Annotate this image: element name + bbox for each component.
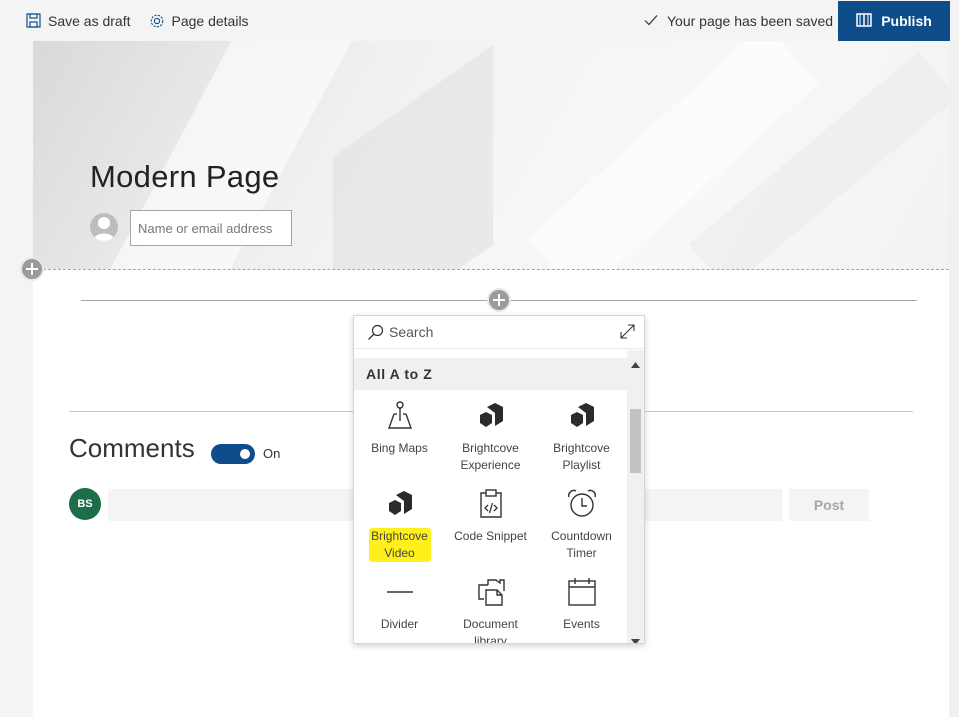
webpart-item-events[interactable]: Events bbox=[536, 566, 627, 644]
save-as-draft-label: Save as draft bbox=[48, 13, 131, 29]
comments-toggle[interactable] bbox=[211, 444, 255, 464]
save-status-text: Your page has been saved bbox=[667, 13, 833, 29]
save-status: Your page has been saved bbox=[644, 0, 833, 41]
toolbox-search-input[interactable] bbox=[389, 322, 609, 342]
page-details-button[interactable]: Page details bbox=[141, 0, 257, 41]
author-avatar bbox=[90, 213, 118, 241]
publish-button[interactable]: Publish bbox=[838, 1, 950, 41]
webpart-item-label: Code Snippet bbox=[449, 528, 533, 545]
book-icon bbox=[856, 13, 872, 30]
toolbox-body: All A to Z Bing Maps Brightcove Experien… bbox=[354, 350, 627, 644]
calendar-icon bbox=[566, 576, 598, 608]
save-icon bbox=[26, 13, 41, 28]
command-bar: Save as draft Page details Your page has… bbox=[0, 0, 959, 41]
document-library-icon bbox=[475, 576, 507, 608]
toolbox-scrollbar[interactable] bbox=[627, 350, 644, 644]
comments-heading: Comments bbox=[69, 433, 195, 464]
expand-icon[interactable] bbox=[619, 323, 636, 345]
toolbox-search bbox=[354, 316, 644, 349]
author-byline-input[interactable] bbox=[130, 210, 292, 246]
webpart-item-code-snippet[interactable]: Code Snippet bbox=[445, 478, 536, 566]
add-webpart-button[interactable] bbox=[487, 288, 511, 312]
webpart-item-label: Brightcove Experience bbox=[449, 440, 533, 474]
webpart-grid: Bing Maps Brightcove Experience Brightco… bbox=[354, 390, 627, 644]
scrollbar-thumb[interactable] bbox=[630, 409, 641, 473]
webpart-item-brightcove-experience[interactable]: Brightcove Experience bbox=[445, 390, 536, 478]
search-icon[interactable] bbox=[367, 324, 384, 346]
gear-icon bbox=[149, 13, 165, 29]
webpart-item-brightcove-playlist[interactable]: Brightcove Playlist bbox=[536, 390, 627, 478]
map-pin-icon bbox=[384, 400, 416, 432]
comments-toggle-label: On bbox=[263, 446, 280, 461]
toolbox-category-header: All A to Z bbox=[354, 358, 627, 390]
publish-label: Publish bbox=[881, 13, 932, 29]
webpart-item-label: Events bbox=[540, 616, 624, 633]
scroll-down-arrow-icon[interactable] bbox=[631, 632, 640, 644]
webpart-item-bing-maps[interactable]: Bing Maps bbox=[354, 390, 445, 478]
person-icon bbox=[90, 213, 118, 241]
post-button[interactable]: Post bbox=[789, 489, 869, 521]
toggle-knob bbox=[240, 449, 250, 459]
user-avatar: BS bbox=[69, 488, 101, 520]
cube-icon bbox=[566, 400, 598, 432]
save-as-draft-button[interactable]: Save as draft bbox=[18, 0, 139, 41]
plus-icon bbox=[492, 293, 506, 307]
plus-icon bbox=[25, 262, 39, 276]
webpart-item-label: Brightcove Playlist bbox=[540, 440, 624, 474]
webpart-toolbox: All A to Z Bing Maps Brightcove Experien… bbox=[353, 315, 645, 644]
webpart-item-label: Bing Maps bbox=[358, 440, 442, 457]
page-title[interactable]: Modern Page bbox=[90, 159, 279, 195]
webpart-item-document-library[interactable]: Document library bbox=[445, 566, 536, 644]
divider-line-icon bbox=[384, 576, 416, 608]
webpart-item-label-highlighted: Brightcove Video bbox=[369, 528, 431, 562]
title-region[interactable]: Modern Page bbox=[33, 41, 949, 269]
webpart-item-divider[interactable]: Divider bbox=[354, 566, 445, 644]
page-details-label: Page details bbox=[172, 13, 249, 29]
code-clipboard-icon bbox=[475, 488, 507, 520]
alarm-clock-icon bbox=[566, 488, 598, 520]
webpart-item-label: Divider bbox=[358, 616, 442, 633]
webpart-item-countdown-timer[interactable]: Countdown Timer bbox=[536, 478, 627, 566]
section-divider-dashed bbox=[33, 269, 949, 270]
cube-icon bbox=[475, 400, 507, 432]
webpart-item-label: Countdown Timer bbox=[540, 528, 624, 562]
webpart-item-label: Document library bbox=[449, 616, 533, 644]
scroll-up-arrow-icon[interactable] bbox=[631, 355, 640, 373]
checkmark-icon bbox=[644, 13, 658, 29]
add-section-button[interactable] bbox=[20, 257, 44, 281]
hero-background-shape bbox=[333, 45, 493, 269]
page-scrollbar[interactable] bbox=[949, 41, 959, 717]
cube-icon bbox=[384, 488, 416, 520]
webpart-item-brightcove-video[interactable]: Brightcove Video bbox=[354, 478, 445, 566]
